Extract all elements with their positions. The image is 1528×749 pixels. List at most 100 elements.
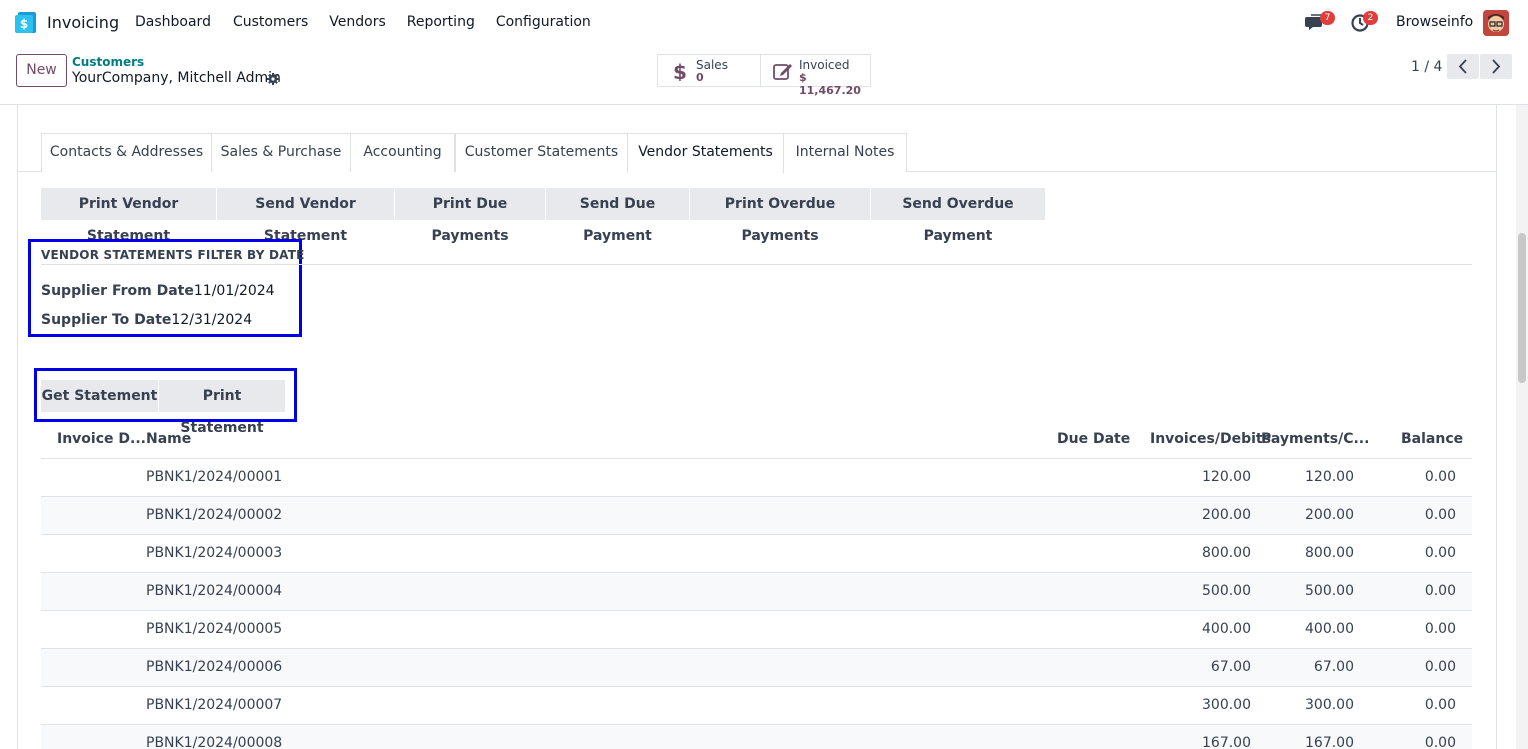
vertical-scrollbar[interactable] xyxy=(1516,105,1528,749)
column-invoice-date[interactable]: Invoice D... xyxy=(57,431,146,447)
dollar-icon: $ xyxy=(673,61,687,81)
tab-internal-notes[interactable]: Internal Notes xyxy=(783,133,907,172)
new-button[interactable]: New xyxy=(16,54,67,87)
app-name[interactable]: Invoicing xyxy=(47,13,119,32)
supplier-from-date-field[interactable]: 11/01/2024 xyxy=(194,283,275,299)
print-vendor-statement-button[interactable]: Print Vendor Statement xyxy=(41,188,217,244)
table-row[interactable]: PBNK1/2024/00003 800.00 800.00 0.00 xyxy=(41,535,1472,573)
breadcrumb-current-record: YourCompany, Mitchell Admin xyxy=(72,70,281,86)
cell-balance: 0.00 xyxy=(1424,507,1456,523)
cell-invoices-debits: 300.00 xyxy=(1202,697,1251,713)
print-overdue-payments-button[interactable]: Print Overdue Payments xyxy=(690,188,871,244)
sales-label: Sales xyxy=(696,58,728,72)
chevron-left-icon xyxy=(1458,59,1467,74)
print-statement-button[interactable]: Print Statement xyxy=(159,380,285,436)
table-row[interactable]: PBNK1/2024/00006 67.00 67.00 0.00 xyxy=(41,649,1472,687)
company-switcher[interactable]: Browseinfo xyxy=(1396,14,1473,30)
cell-balance: 0.00 xyxy=(1424,583,1456,599)
main-menu: Dashboard Customers Vendors Reporting Co… xyxy=(135,14,612,30)
notebook-tabs: Contacts & Addresses Sales & Purchase Ac… xyxy=(17,133,1497,173)
sales-smart-button[interactable]: $ Sales 0 xyxy=(657,54,761,87)
cell-payments-credits: 500.00 xyxy=(1305,583,1354,599)
statement-action-bar: Print Vendor Statement Send Vendor State… xyxy=(41,188,1045,244)
tab-customer-statements[interactable]: Customer Statements xyxy=(455,133,628,172)
supplier-to-date-row: Supplier To Date12/31/2024 xyxy=(41,312,252,328)
pager-previous-button[interactable] xyxy=(1447,54,1479,79)
svg-text:$: $ xyxy=(673,61,687,81)
cell-payments-credits: 400.00 xyxy=(1305,621,1354,637)
cell-invoices-debits: 167.00 xyxy=(1202,735,1251,749)
sales-value: 0 xyxy=(696,71,704,84)
table-body: PBNK1/2024/00001 120.00 120.00 0.00 PBNK1/20… xyxy=(41,459,1472,749)
cell-balance: 0.00 xyxy=(1424,621,1456,637)
scrollbar-thumb[interactable] xyxy=(1518,233,1526,383)
breadcrumb-customers[interactable]: Customers xyxy=(72,55,144,69)
invoicing-app-icon[interactable]: $ xyxy=(15,12,36,33)
pager-next-button[interactable] xyxy=(1480,54,1512,79)
tab-vendor-statements[interactable]: Vendor Statements xyxy=(627,133,784,173)
cell-payments-credits: 300.00 xyxy=(1305,697,1354,713)
column-due-date[interactable]: Due Date xyxy=(1057,431,1130,447)
chevron-right-icon xyxy=(1492,59,1501,74)
cell-name: PBNK1/2024/00004 xyxy=(146,583,283,599)
cell-balance: 0.00 xyxy=(1424,659,1456,675)
invoiced-label: Invoiced xyxy=(799,58,850,72)
column-payments-credits[interactable]: Payments/C... xyxy=(1261,431,1369,447)
cell-invoices-debits: 200.00 xyxy=(1202,507,1251,523)
messages-badge: 7 xyxy=(1320,11,1335,25)
menu-customers[interactable]: Customers xyxy=(233,14,308,30)
avatar-face-icon xyxy=(1483,10,1509,36)
cell-name: PBNK1/2024/00008 xyxy=(146,735,283,749)
cell-payments-credits: 200.00 xyxy=(1305,507,1354,523)
cell-invoices-debits: 67.00 xyxy=(1210,659,1251,675)
cell-balance: 0.00 xyxy=(1424,545,1456,561)
top-navbar: $ Invoicing Dashboard Customers Vendors … xyxy=(0,0,1528,46)
tab-sales-purchase[interactable]: Sales & Purchase xyxy=(211,133,351,172)
column-balance[interactable]: Balance xyxy=(1401,431,1463,447)
print-due-payments-button[interactable]: Print Due Payments xyxy=(395,188,546,244)
menu-dashboard[interactable]: Dashboard xyxy=(135,14,211,30)
cell-payments-credits: 800.00 xyxy=(1305,545,1354,561)
send-vendor-statement-button[interactable]: Send Vendor Statement xyxy=(217,188,395,244)
cell-balance: 0.00 xyxy=(1424,697,1456,713)
table-row[interactable]: PBNK1/2024/00002 200.00 200.00 0.00 xyxy=(41,497,1472,535)
cell-name: PBNK1/2024/00007 xyxy=(146,697,283,713)
filter-section-title: VENDOR STATEMENTS FILTER BY DATE xyxy=(41,248,305,262)
invoiced-value: $ 11,467.20 xyxy=(799,71,861,97)
menu-configuration[interactable]: Configuration xyxy=(496,14,591,30)
cell-invoices-debits: 400.00 xyxy=(1202,621,1251,637)
cell-balance: 0.00 xyxy=(1424,735,1456,749)
svg-text:$: $ xyxy=(20,17,28,31)
cell-invoices-debits: 500.00 xyxy=(1202,583,1251,599)
tab-contacts-addresses[interactable]: Contacts & Addresses xyxy=(41,133,212,172)
cell-balance: 0.00 xyxy=(1424,469,1456,485)
supplier-from-date-label: Supplier From Date xyxy=(41,283,194,299)
table-row[interactable]: PBNK1/2024/00007 300.00 300.00 0.00 xyxy=(41,687,1472,725)
cell-invoices-debits: 800.00 xyxy=(1202,545,1251,561)
table-header: Invoice D... Name Due Date Invoices/Debi… xyxy=(41,420,1472,459)
get-statement-button[interactable]: Get Statement xyxy=(41,380,158,412)
cell-name: PBNK1/2024/00006 xyxy=(146,659,283,675)
supplier-from-date-row: Supplier From Date11/01/2024 xyxy=(41,283,275,299)
menu-reporting[interactable]: Reporting xyxy=(407,14,475,30)
supplier-to-date-field[interactable]: 12/31/2024 xyxy=(171,312,252,328)
send-overdue-payment-button[interactable]: Send Overdue Payment xyxy=(871,188,1045,244)
send-due-payment-button[interactable]: Send Due Payment xyxy=(546,188,690,244)
cell-name: PBNK1/2024/00001 xyxy=(146,469,283,485)
column-name[interactable]: Name xyxy=(146,431,191,447)
table-row[interactable]: PBNK1/2024/00005 400.00 400.00 0.00 xyxy=(41,611,1472,649)
filter-separator xyxy=(41,264,1472,265)
menu-vendors[interactable]: Vendors xyxy=(329,14,385,30)
table-row[interactable]: PBNK1/2024/00001 120.00 120.00 0.00 xyxy=(41,459,1472,497)
table-row[interactable]: PBNK1/2024/00004 500.00 500.00 0.00 xyxy=(41,573,1472,611)
gear-icon[interactable] xyxy=(267,73,279,85)
table-row[interactable]: PBNK1/2024/00008 167.00 167.00 0.00 xyxy=(41,725,1472,749)
invoiced-smart-button[interactable]: Invoiced $ 11,467.20 xyxy=(761,54,871,97)
pager-value[interactable]: 1 / 4 xyxy=(1411,59,1442,75)
tab-accounting[interactable]: Accounting xyxy=(350,133,455,172)
column-invoices-debits[interactable]: Invoices/Debits xyxy=(1150,431,1271,447)
activities-badge: 2 xyxy=(1363,11,1378,25)
user-avatar[interactable] xyxy=(1483,10,1509,36)
cell-payments-credits: 67.00 xyxy=(1313,659,1354,675)
cell-payments-credits: 120.00 xyxy=(1305,469,1354,485)
